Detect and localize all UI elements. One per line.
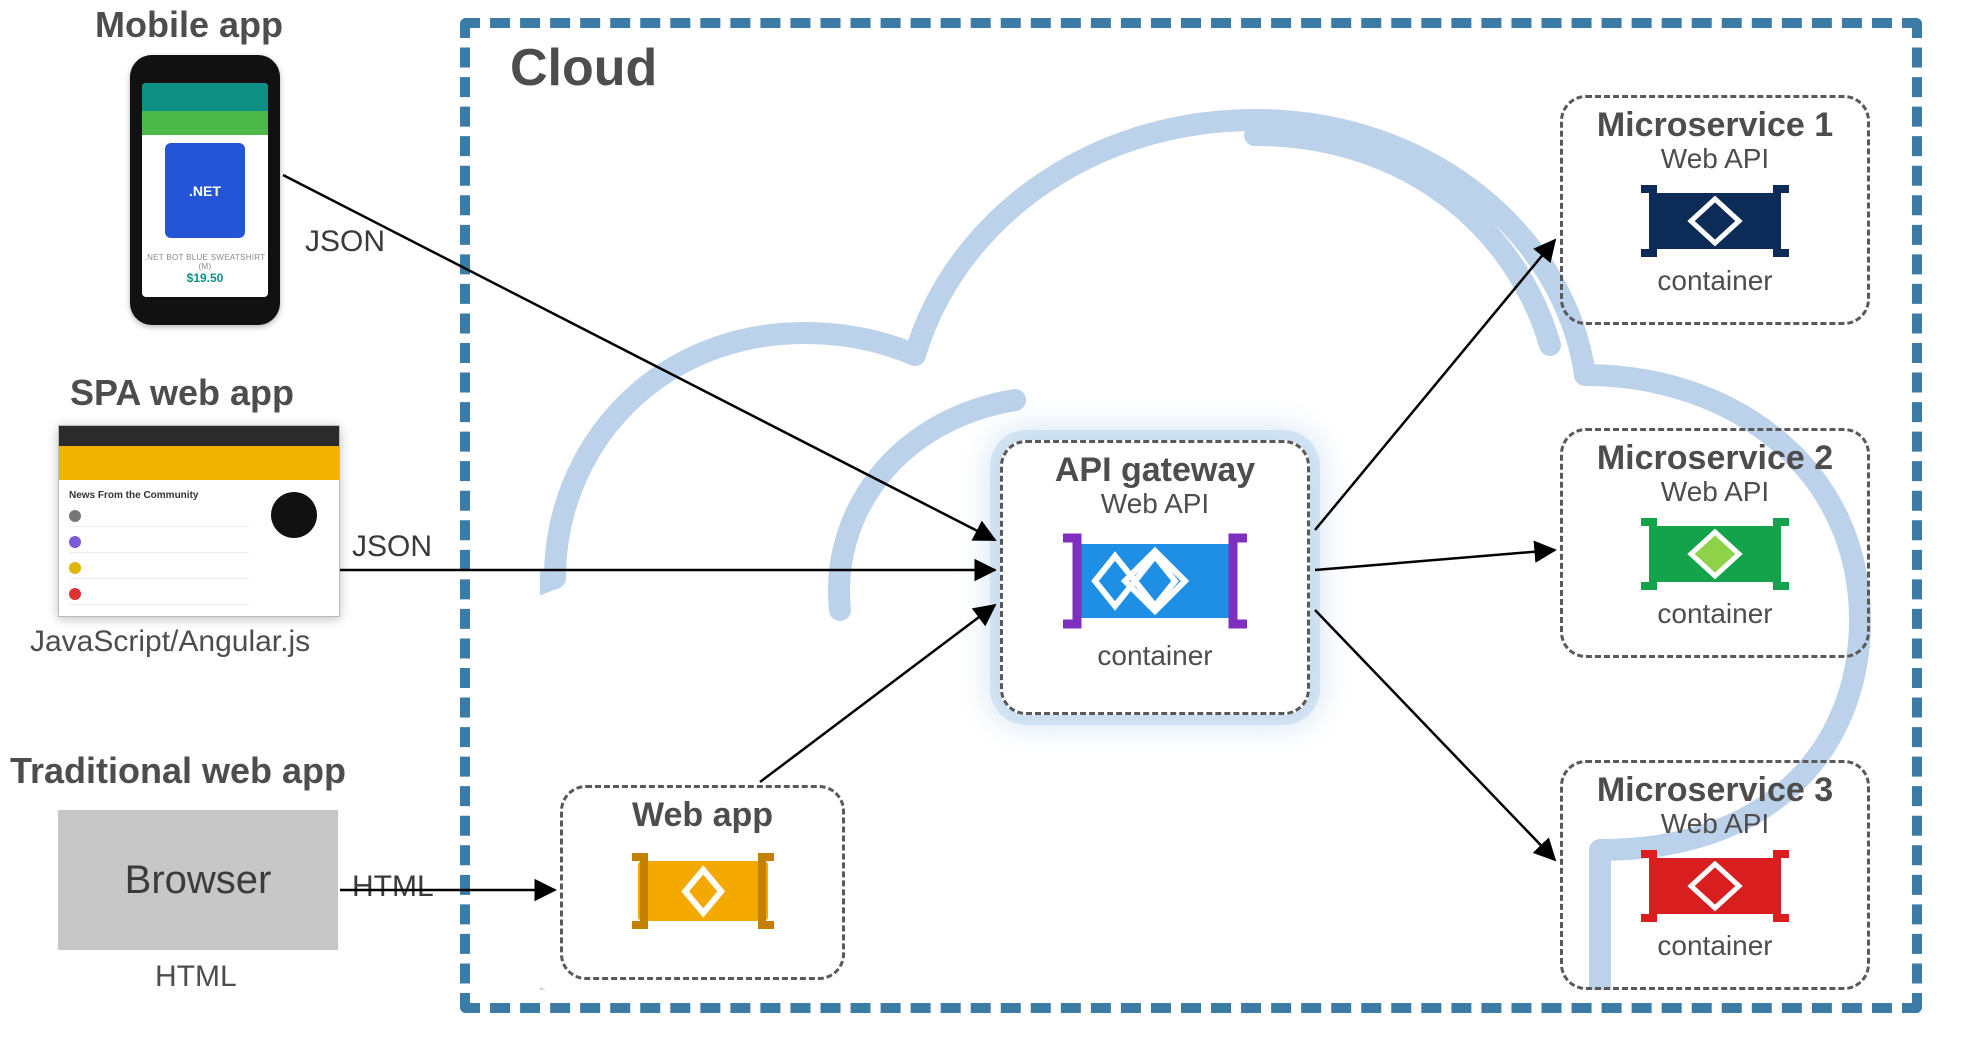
ms1-api-label: Web API <box>1563 143 1867 175</box>
spa-edge-label: JSON <box>352 530 432 564</box>
api-gateway-pod: API gateway Web API container <box>1000 440 1310 715</box>
spa-client-title: SPA web app <box>70 372 294 414</box>
webapp-pod: Web app <box>560 785 845 980</box>
traditional-caption: HTML <box>155 960 237 994</box>
ms2-api-label: Web API <box>1563 476 1867 508</box>
mobile-edge-label: JSON <box>305 225 385 259</box>
mobile-product-caption: .NET BOT BLUE SWEATSHIRT (M) <box>142 253 268 271</box>
ms2-title: Microservice 2 <box>1563 439 1867 478</box>
microservice-2-pod: Microservice 2 Web API container <box>1560 428 1870 658</box>
microservice-1-pod: Microservice 1 Web API container <box>1560 95 1870 325</box>
ms3-title: Microservice 3 <box>1563 771 1867 810</box>
mobile-product-price: $19.50 <box>187 271 224 285</box>
container-icon <box>618 841 788 941</box>
ms1-foot: container <box>1563 265 1867 297</box>
browser-box: Browser <box>58 810 338 950</box>
webapp-title: Web app <box>563 796 842 835</box>
gateway-foot: container <box>1003 640 1307 672</box>
container-icon <box>1625 181 1805 261</box>
container-icon <box>1045 526 1265 636</box>
ms3-api-label: Web API <box>1563 808 1867 840</box>
mobile-client-title: Mobile app <box>95 4 283 46</box>
spa-headline: News From the Community <box>69 490 249 501</box>
gateway-title: API gateway <box>1003 451 1307 490</box>
container-icon <box>1625 514 1805 594</box>
container-icon <box>1625 846 1805 926</box>
ms3-foot: container <box>1563 930 1867 962</box>
microservice-3-pod: Microservice 3 Web API container <box>1560 760 1870 990</box>
mobile-device-icon: .NET BOT BLUE SWEATSHIRT (M) $19.50 <box>130 55 280 325</box>
ms1-title: Microservice 1 <box>1563 106 1867 145</box>
gateway-api-label: Web API <box>1003 488 1307 520</box>
spa-caption: JavaScript/Angular.js <box>30 625 310 659</box>
spa-browser-icon: News From the Community <box>58 425 340 617</box>
ms2-foot: container <box>1563 598 1867 630</box>
traditional-client-title: Traditional web app <box>10 750 346 792</box>
cloud-title: Cloud <box>510 38 657 98</box>
traditional-edge-label: HTML <box>352 870 434 904</box>
